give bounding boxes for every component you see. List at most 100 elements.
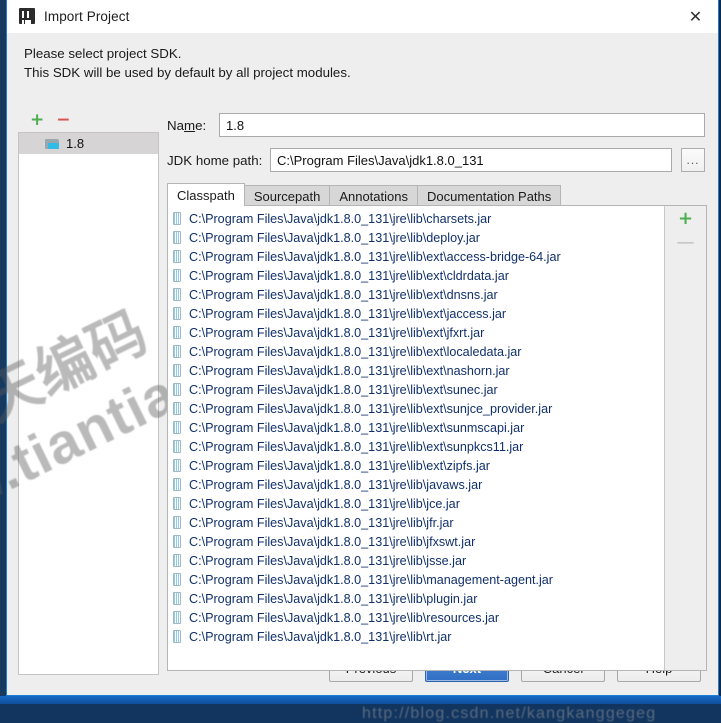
sdk-tabs: Classpath Sourcepath Annotations Documen… <box>167 183 707 206</box>
classpath-panel: C:\Program Files\Java\jdk1.8.0_131\jre\l… <box>167 205 707 671</box>
classpath-row[interactable]: C:\Program Files\Java\jdk1.8.0_131\jre\l… <box>168 494 664 513</box>
jar-icon <box>173 269 181 282</box>
classpath-row[interactable]: C:\Program Files\Java\jdk1.8.0_131\jre\l… <box>168 285 664 304</box>
jar-icon <box>173 212 181 225</box>
classpath-entry-label: C:\Program Files\Java\jdk1.8.0_131\jre\l… <box>189 478 482 492</box>
watermark-bottom-url: http://blog.csdn.net/kangkanggegeg <box>362 705 656 723</box>
classpath-entry-label: C:\Program Files\Java\jdk1.8.0_131\jre\l… <box>189 459 490 473</box>
dialog-content: Please select project SDK. This SDK will… <box>7 33 718 695</box>
classpath-entry-label: C:\Program Files\Java\jdk1.8.0_131\jre\l… <box>189 421 524 435</box>
jar-icon <box>173 554 181 567</box>
jar-icon <box>173 516 181 529</box>
jar-icon <box>173 250 181 263</box>
classpath-entry-label: C:\Program Files\Java\jdk1.8.0_131\jre\l… <box>189 383 498 397</box>
classpath-row[interactable]: C:\Program Files\Java\jdk1.8.0_131\jre\l… <box>168 228 664 247</box>
folder-icon <box>45 138 60 150</box>
jdk-home-path-input[interactable]: C:\Program Files\Java\jdk1.8.0_131 <box>270 148 672 172</box>
name-label: Name: <box>167 118 219 133</box>
classpath-entry-label: C:\Program Files\Java\jdk1.8.0_131\jre\l… <box>189 573 553 587</box>
remove-sdk-icon[interactable]: − <box>56 112 70 129</box>
prompt-line-1: Please select project SDK. <box>24 45 718 64</box>
classpath-entry-label: C:\Program Files\Java\jdk1.8.0_131\jre\l… <box>189 440 523 454</box>
classpath-row[interactable]: C:\Program Files\Java\jdk1.8.0_131\jre\l… <box>168 475 664 494</box>
classpath-row[interactable]: C:\Program Files\Java\jdk1.8.0_131\jre\l… <box>168 399 664 418</box>
classpath-row[interactable]: C:\Program Files\Java\jdk1.8.0_131\jre\l… <box>168 608 664 627</box>
prompt-line-2: This SDK will be used by default by all … <box>24 64 718 83</box>
dialog-titlebar: Import Project ✕ <box>7 0 718 33</box>
classpath-row[interactable]: C:\Program Files\Java\jdk1.8.0_131\jre\l… <box>168 456 664 475</box>
classpath-entry-label: C:\Program Files\Java\jdk1.8.0_131\jre\l… <box>189 535 475 549</box>
jar-icon <box>173 288 181 301</box>
close-icon[interactable]: ✕ <box>673 0 718 33</box>
classpath-entry-label: C:\Program Files\Java\jdk1.8.0_131\jre\l… <box>189 402 552 416</box>
classpath-entry-label: C:\Program Files\Java\jdk1.8.0_131\jre\l… <box>189 554 466 568</box>
classpath-row[interactable]: C:\Program Files\Java\jdk1.8.0_131\jre\l… <box>168 551 664 570</box>
name-field-row: Name: 1.8 <box>167 113 707 137</box>
jar-icon <box>173 478 181 491</box>
jar-icon <box>173 630 181 643</box>
browse-ellipsis-button[interactable]: ... <box>681 148 705 172</box>
jar-icon <box>173 307 181 320</box>
sdk-list-panel: + − 1.8 <box>18 108 159 675</box>
classpath-row[interactable]: C:\Program Files\Java\jdk1.8.0_131\jre\l… <box>168 304 664 323</box>
classpath-entry-label: C:\Program Files\Java\jdk1.8.0_131\jre\l… <box>189 269 509 283</box>
classpath-row[interactable]: C:\Program Files\Java\jdk1.8.0_131\jre\l… <box>168 418 664 437</box>
classpath-entry-label: C:\Program Files\Java\jdk1.8.0_131\jre\l… <box>189 364 510 378</box>
dialog-title: Import Project <box>44 9 129 24</box>
classpath-list[interactable]: C:\Program Files\Java\jdk1.8.0_131\jre\l… <box>168 206 664 670</box>
classpath-row[interactable]: C:\Program Files\Java\jdk1.8.0_131\jre\l… <box>168 361 664 380</box>
classpath-row[interactable]: C:\Program Files\Java\jdk1.8.0_131\jre\l… <box>168 589 664 608</box>
classpath-entry-label: C:\Program Files\Java\jdk1.8.0_131\jre\l… <box>189 326 484 340</box>
classpath-row[interactable]: C:\Program Files\Java\jdk1.8.0_131\jre\l… <box>168 266 664 285</box>
intellij-idea-icon <box>19 8 35 24</box>
taskbar-strip <box>0 696 721 704</box>
sdk-detail-panel: Name: 1.8 JDK home path: C:\Program File… <box>167 113 707 671</box>
classpath-row[interactable]: C:\Program Files\Java\jdk1.8.0_131\jre\l… <box>168 247 664 266</box>
classpath-row[interactable]: C:\Program Files\Java\jdk1.8.0_131\jre\l… <box>168 532 664 551</box>
classpath-row[interactable]: C:\Program Files\Java\jdk1.8.0_131\jre\l… <box>168 380 664 399</box>
jdk-home-path-row: JDK home path: C:\Program Files\Java\jdk… <box>167 148 707 172</box>
classpath-row[interactable]: C:\Program Files\Java\jdk1.8.0_131\jre\l… <box>168 209 664 228</box>
jar-icon <box>173 364 181 377</box>
jar-icon <box>173 592 181 605</box>
classpath-entry-label: C:\Program Files\Java\jdk1.8.0_131\jre\l… <box>189 212 491 226</box>
jar-icon <box>173 535 181 548</box>
sdk-list-item-label: 1.8 <box>66 136 84 151</box>
classpath-row[interactable]: C:\Program Files\Java\jdk1.8.0_131\jre\l… <box>168 323 664 342</box>
jar-icon <box>173 459 181 472</box>
tab-classpath[interactable]: Classpath <box>167 183 245 206</box>
classpath-entry-label: C:\Program Files\Java\jdk1.8.0_131\jre\l… <box>189 630 451 644</box>
sdk-list-item-1.8[interactable]: 1.8 <box>19 133 158 154</box>
sdk-toolbar: + − <box>18 108 159 132</box>
jar-icon <box>173 345 181 358</box>
classpath-entry-label: C:\Program Files\Java\jdk1.8.0_131\jre\l… <box>189 307 506 321</box>
name-input[interactable]: 1.8 <box>219 113 705 137</box>
jar-icon <box>173 421 181 434</box>
prompt-text: Please select project SDK. This SDK will… <box>7 33 718 82</box>
remove-classpath-icon: — <box>677 234 695 251</box>
jar-icon <box>173 497 181 510</box>
jar-icon <box>173 383 181 396</box>
classpath-row[interactable]: C:\Program Files\Java\jdk1.8.0_131\jre\l… <box>168 513 664 532</box>
name-label-mnemonic: m <box>184 118 195 133</box>
tab-documentation-paths[interactable]: Documentation Paths <box>417 185 561 206</box>
jdk-home-path-label: JDK home path: <box>167 153 270 168</box>
classpath-entry-label: C:\Program Files\Java\jdk1.8.0_131\jre\l… <box>189 288 498 302</box>
classpath-entry-label: C:\Program Files\Java\jdk1.8.0_131\jre\l… <box>189 516 454 530</box>
add-sdk-icon[interactable]: + <box>30 112 44 129</box>
classpath-toolbar: + — <box>664 206 706 670</box>
sdk-list[interactable]: 1.8 <box>18 132 159 675</box>
jar-icon <box>173 611 181 624</box>
classpath-entry-label: C:\Program Files\Java\jdk1.8.0_131\jre\l… <box>189 497 460 511</box>
jar-icon <box>173 573 181 586</box>
tab-sourcepath[interactable]: Sourcepath <box>244 185 331 206</box>
classpath-row[interactable]: C:\Program Files\Java\jdk1.8.0_131\jre\l… <box>168 437 664 456</box>
classpath-entry-label: C:\Program Files\Java\jdk1.8.0_131\jre\l… <box>189 611 499 625</box>
add-classpath-icon[interactable]: + <box>678 210 693 227</box>
classpath-entry-label: C:\Program Files\Java\jdk1.8.0_131\jre\l… <box>189 231 480 245</box>
classpath-row[interactable]: C:\Program Files\Java\jdk1.8.0_131\jre\l… <box>168 627 664 646</box>
jar-icon <box>173 231 181 244</box>
classpath-row[interactable]: C:\Program Files\Java\jdk1.8.0_131\jre\l… <box>168 342 664 361</box>
classpath-row[interactable]: C:\Program Files\Java\jdk1.8.0_131\jre\l… <box>168 570 664 589</box>
tab-annotations[interactable]: Annotations <box>329 185 418 206</box>
